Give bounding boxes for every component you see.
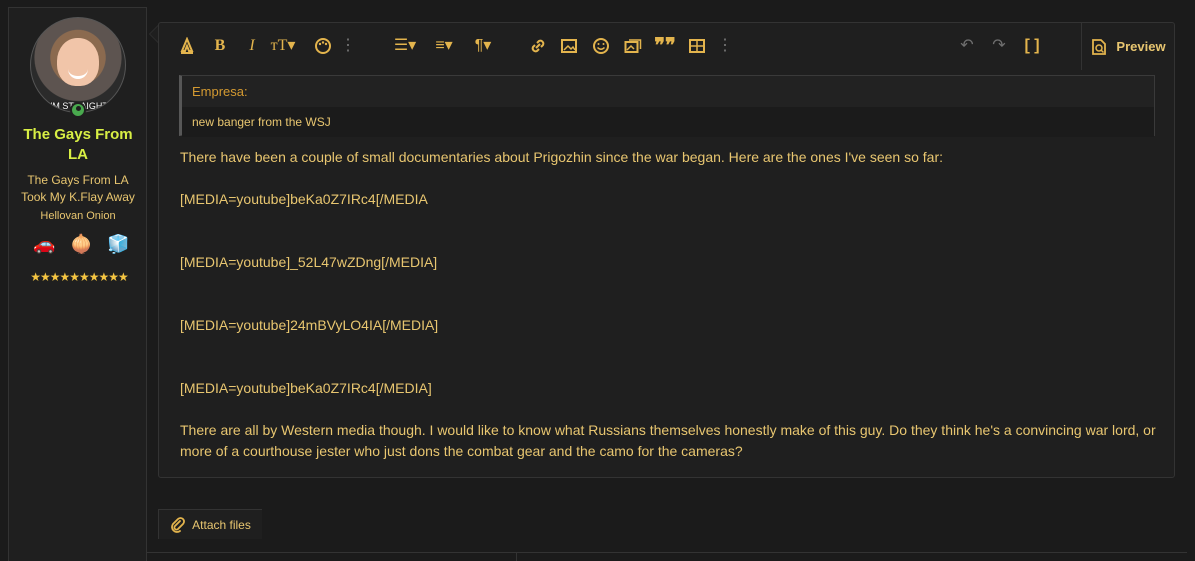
trophy-list: 🚗 🧅 🧊	[33, 232, 129, 256]
onion-icon: 🧅	[70, 234, 93, 254]
preview-button[interactable]: Preview	[1081, 23, 1174, 70]
preview-label: Preview	[1116, 39, 1166, 54]
table-icon[interactable]	[686, 34, 708, 58]
username[interactable]: The Gays From LA	[17, 125, 139, 165]
media-tag: [MEDIA=youtube]24mBVyLO4IA[/MEDIA]	[180, 317, 439, 333]
message-editor[interactable]: B I тT▾ ⋮ ☰▾ ≡▾ ¶▾ ❞❞ ⋮ ↶ ↷ [ ] Preview …	[158, 22, 1175, 478]
paperclip-icon	[171, 516, 186, 533]
quote-author: Empresa:	[182, 76, 1154, 107]
redo-icon[interactable]: ↷	[988, 34, 1010, 58]
more-icon[interactable]: ⋮	[717, 34, 733, 58]
link-icon[interactable]	[527, 34, 549, 58]
palette-icon[interactable]	[312, 34, 334, 58]
media-tag: [MEDIA=youtube]beKa0Z7IRc4[/MEDIA]	[180, 380, 432, 396]
quote-icon[interactable]: ❞❞	[653, 34, 677, 58]
online-status-icon	[70, 102, 86, 118]
user-sidebar: I'M STRAIGHT The Gays From LA The Gays F…	[8, 7, 147, 561]
media-icon[interactable]	[622, 34, 644, 58]
attach-files-label: Attach files	[192, 517, 251, 532]
undo-icon[interactable]: ↶	[956, 34, 978, 58]
fullscreen-icon[interactable]: [ ]	[1020, 34, 1044, 58]
user-role: Hellovan Onion	[40, 210, 116, 222]
paragraph: There are all by Western media though. I…	[180, 422, 1156, 459]
editor-toolbar: B I тT▾ ⋮ ☰▾ ≡▾ ¶▾ ❞❞ ⋮ ↶ ↷ [ ] Preview	[159, 23, 1174, 70]
align-icon[interactable]: ≡▾	[427, 34, 461, 58]
media-tag: [MEDIA=youtube]beKa0Z7IRc4[/MEDIA	[180, 191, 428, 207]
format-icon[interactable]	[176, 34, 198, 58]
preview-icon	[1092, 38, 1107, 55]
image-icon[interactable]	[558, 34, 580, 58]
list-icon[interactable]: ☰▾	[388, 34, 422, 58]
user-title: The Gays From LA Took My K.Flay Away	[21, 173, 135, 204]
paragraph: There have been a couple of small docume…	[180, 149, 944, 165]
editor-body[interactable]: There have been a couple of small docume…	[180, 147, 1164, 462]
paragraph-icon[interactable]: ¶▾	[466, 34, 500, 58]
text-size-icon[interactable]: тT▾	[265, 34, 301, 58]
italic-icon[interactable]: I	[241, 34, 263, 58]
media-tag: [MEDIA=youtube]_52L47wZDng[/MEDIA]	[180, 254, 438, 270]
bold-icon[interactable]: B	[209, 34, 231, 58]
quote-text: new banger from the WSJ	[182, 107, 1154, 137]
attach-files-button[interactable]: Attach files	[158, 509, 262, 539]
onion-car-icon: 🚗	[33, 234, 56, 254]
avatar[interactable]: I'M STRAIGHT	[30, 17, 126, 113]
bottom-divider	[147, 552, 1187, 553]
bottom-split	[516, 552, 517, 561]
cube-icon: 🧊	[107, 234, 130, 254]
smilie-icon[interactable]	[590, 34, 612, 58]
rating-stars: ★★★★★★★★★★	[30, 270, 129, 284]
more-icon[interactable]: ⋮	[340, 34, 356, 58]
quoted-message: Empresa: new banger from the WSJ	[179, 75, 1155, 137]
